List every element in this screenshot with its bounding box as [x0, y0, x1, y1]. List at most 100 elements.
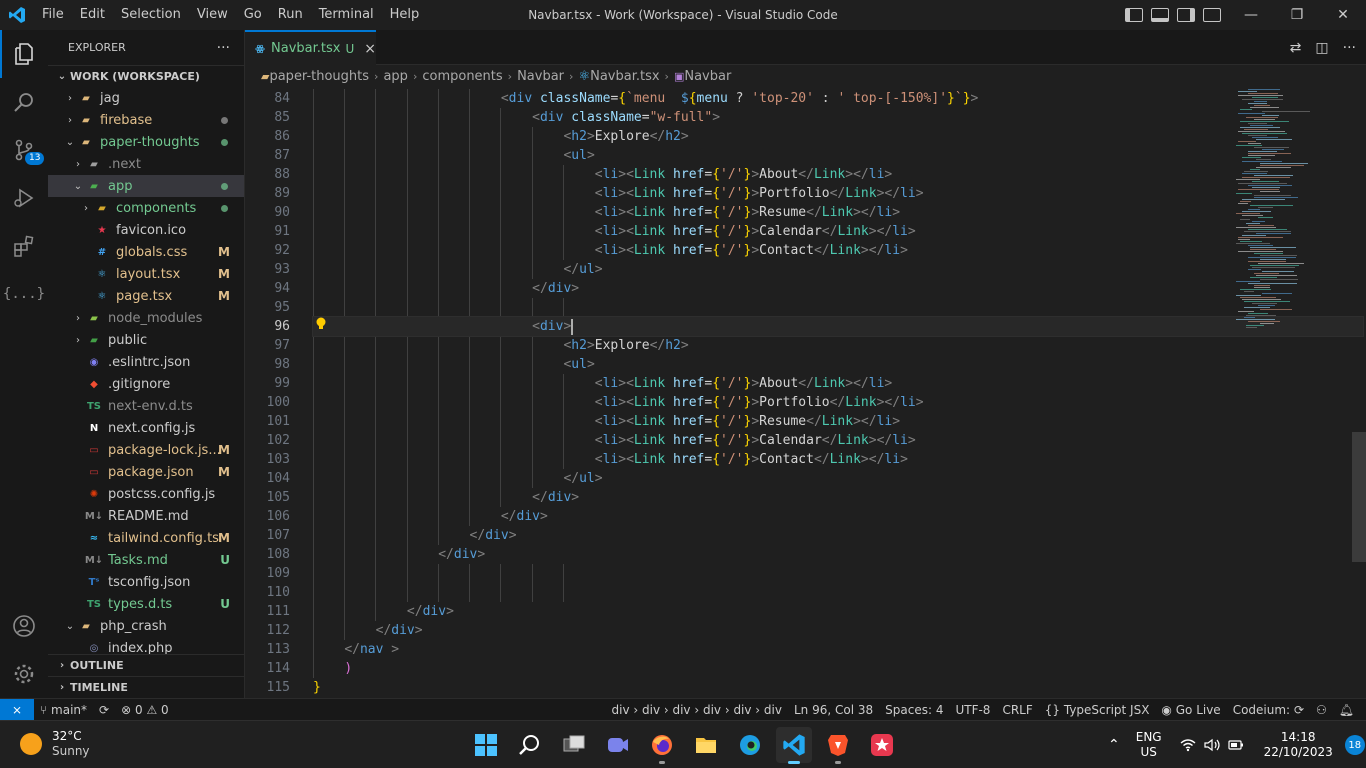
- wifi-icon[interactable]: [1180, 738, 1196, 752]
- breadcrumb-item[interactable]: components: [422, 69, 502, 84]
- code-line[interactable]: <h2>Explore</h2>: [313, 336, 1233, 355]
- tree-file[interactable]: ⚛ page.tsx M: [48, 285, 244, 307]
- code-line[interactable]: <li><Link href={'/'}>About</Link></li>: [313, 165, 1233, 184]
- close-window-button[interactable]: ✕: [1320, 0, 1366, 30]
- gemini-app[interactable]: [864, 727, 900, 763]
- code-line[interactable]: <li><Link href={'/'}>Contact</Link></li>: [313, 450, 1233, 469]
- chevron-up-icon[interactable]: ⌃: [1108, 737, 1120, 753]
- tree-folder[interactable]: ⌄ ▰ paper-thoughts: [48, 131, 244, 153]
- code-line[interactable]: <li><Link href={'/'}>Calendar</Link></li…: [313, 431, 1233, 450]
- teams-app[interactable]: [600, 727, 636, 763]
- tree-file[interactable]: ▭ package-lock.js... M: [48, 439, 244, 461]
- code-line[interactable]: <li><Link href={'/'}>Resume</Link></li>: [313, 203, 1233, 222]
- code-line[interactable]: </nav >: [313, 640, 1233, 659]
- code-line[interactable]: </div>: [313, 621, 1233, 640]
- split-editor-icon[interactable]: ◫: [1315, 40, 1328, 56]
- menu-help[interactable]: Help: [382, 0, 428, 30]
- codeium-status[interactable]: Codeium: ⟳: [1227, 703, 1310, 717]
- code-line[interactable]: }: [313, 678, 1233, 697]
- json-activity[interactable]: {...}: [0, 270, 48, 318]
- code-line[interactable]: <ul>: [313, 355, 1233, 374]
- clock[interactable]: 14:18 22/10/2023: [1264, 730, 1333, 760]
- tree-folder[interactable]: ⌄ ▰ app: [48, 175, 244, 197]
- problems-indicator[interactable]: ⊗ 0 ⚠ 0: [115, 703, 175, 717]
- menu-file[interactable]: File: [34, 0, 72, 30]
- indentation[interactable]: Spaces: 4: [879, 703, 949, 717]
- battery-icon[interactable]: [1227, 738, 1244, 752]
- tree-file[interactable]: Tˢ tsconfig.json: [48, 571, 244, 593]
- tree-file[interactable]: ⚛ layout.tsx M: [48, 263, 244, 285]
- menu-selection[interactable]: Selection: [113, 0, 189, 30]
- tab-navbar-tsx[interactable]: Navbar.tsx U ×: [245, 30, 376, 65]
- feedback-button[interactable]: ⚇: [1310, 703, 1333, 717]
- firefox-app[interactable]: [644, 727, 680, 764]
- menu-terminal[interactable]: Terminal: [311, 0, 382, 30]
- toggle-secondary-sidebar-icon[interactable]: [1177, 8, 1195, 22]
- breadcrumb-item[interactable]: Navbar.tsx: [590, 69, 659, 84]
- code-line[interactable]: [313, 298, 1233, 317]
- encoding[interactable]: UTF-8: [949, 703, 996, 717]
- start-button[interactable]: [468, 727, 504, 763]
- run-debug-activity[interactable]: [0, 174, 48, 222]
- code-line[interactable]: <div className={`menu ${menu ? 'top-20' …: [313, 89, 1233, 108]
- tree-file[interactable]: ≈ tailwind.config.ts M: [48, 527, 244, 549]
- breadcrumb-item[interactable]: Navbar: [517, 69, 564, 84]
- remote-indicator[interactable]: ⨯: [0, 698, 34, 721]
- tree-file[interactable]: M↓ Tasks.md U: [48, 549, 244, 571]
- tree-file[interactable]: ▭ package.json M: [48, 461, 244, 483]
- edge-app[interactable]: [732, 727, 768, 763]
- code-line[interactable]: <div>: [312, 316, 1364, 337]
- code-line[interactable]: <h2>Explore</h2>: [313, 127, 1233, 146]
- tree-file[interactable]: ◉ .eslintrc.json: [48, 351, 244, 373]
- tree-folder[interactable]: › ▰ firebase: [48, 109, 244, 131]
- lightbulb-icon[interactable]: [315, 317, 327, 331]
- breadcrumb-item[interactable]: Navbar: [684, 69, 731, 84]
- tree-folder[interactable]: › ▰ node_modules: [48, 307, 244, 329]
- code-line[interactable]: <li><Link href={'/'}>Portfolio</Link></l…: [313, 184, 1233, 203]
- weather-widget[interactable]: 32°C Sunny: [20, 729, 90, 759]
- restore-button[interactable]: ❐: [1274, 0, 1320, 30]
- tree-file[interactable]: # globals.css M: [48, 241, 244, 263]
- accounts-activity[interactable]: [0, 602, 48, 650]
- extensions-activity[interactable]: [0, 222, 48, 270]
- more-actions-button[interactable]: ···: [217, 40, 230, 56]
- tree-folder[interactable]: › ▰ public: [48, 329, 244, 351]
- code-line[interactable]: </div>: [313, 507, 1233, 526]
- close-tab-icon[interactable]: ×: [364, 41, 376, 57]
- manage-activity[interactable]: [0, 650, 48, 698]
- code-line[interactable]: </div>: [313, 488, 1233, 507]
- tree-file[interactable]: ✺ postcss.config.js: [48, 483, 244, 505]
- tree-file[interactable]: TS next-env.d.ts: [48, 395, 244, 417]
- menu-go[interactable]: Go: [236, 0, 270, 30]
- code-line[interactable]: <li><Link href={'/'}>Resume</Link></li>: [313, 412, 1233, 431]
- more-icon[interactable]: ···: [1343, 40, 1356, 56]
- outline-section[interactable]: › OUTLINE: [48, 654, 244, 676]
- code-content[interactable]: <div className={`menu ${menu ? 'top-20' …: [312, 89, 1364, 697]
- tree-file[interactable]: M↓ README.md: [48, 505, 244, 527]
- code-line[interactable]: [313, 583, 1233, 602]
- toggle-panel-icon[interactable]: [1151, 8, 1169, 22]
- code-line[interactable]: </ul>: [313, 260, 1233, 279]
- tree-file[interactable]: ★ favicon.ico: [48, 219, 244, 241]
- breadcrumb-item[interactable]: paper-thoughts: [269, 69, 369, 84]
- brave-app[interactable]: [820, 727, 856, 764]
- minimize-button[interactable]: —: [1228, 0, 1274, 30]
- code-line[interactable]: <div className="w-full">: [313, 108, 1233, 127]
- tree-file[interactable]: TS types.d.ts U: [48, 593, 244, 615]
- tree-folder[interactable]: › ▰ components: [48, 197, 244, 219]
- code-line[interactable]: <ul>: [313, 146, 1233, 165]
- taskbar-search[interactable]: [512, 727, 548, 763]
- code-line[interactable]: <li><Link href={'/'}>Calendar</Link></li…: [313, 222, 1233, 241]
- workspace-header[interactable]: ⌄ WORK (WORKSPACE): [48, 65, 244, 87]
- volume-icon[interactable]: [1203, 738, 1220, 752]
- code-line[interactable]: <li><Link href={'/'}>Portfolio</Link></l…: [313, 393, 1233, 412]
- tree-folder[interactable]: › ▰ .next: [48, 153, 244, 175]
- code-line[interactable]: </ul>: [313, 469, 1233, 488]
- code-line[interactable]: </div>: [313, 526, 1233, 545]
- tree-file[interactable]: Nnext.config.js: [48, 417, 244, 439]
- go-live-button[interactable]: ◉ Go Live: [1155, 703, 1226, 717]
- code-line[interactable]: <li><Link href={'/'}>About</Link></li>: [313, 374, 1233, 393]
- cursor-position[interactable]: Ln 96, Col 38: [788, 703, 879, 717]
- language-indicator[interactable]: ENG US: [1136, 730, 1162, 760]
- menu-run[interactable]: Run: [270, 0, 311, 30]
